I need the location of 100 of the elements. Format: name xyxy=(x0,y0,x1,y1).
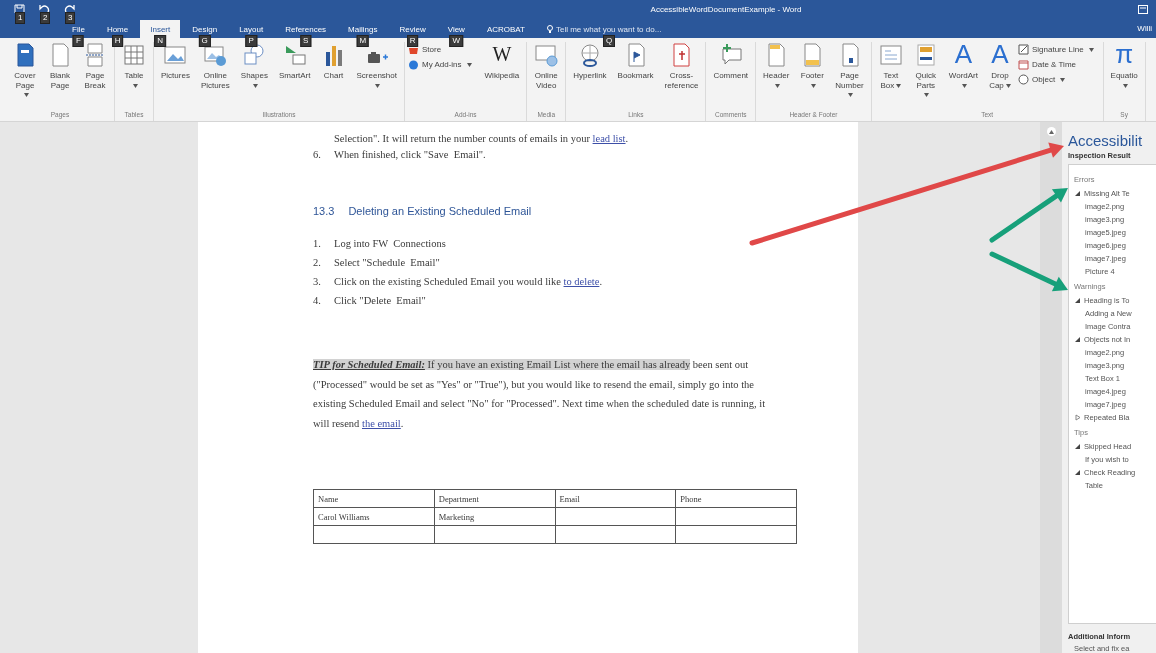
expanded-icon[interactable] xyxy=(1074,190,1081,197)
account-name[interactable]: Willi xyxy=(1137,23,1152,33)
table-header-cell: Email xyxy=(555,489,676,508)
list-number: 3. xyxy=(313,275,322,288)
table-header-cell: Name xyxy=(313,489,435,508)
link[interactable]: lead list xyxy=(592,133,626,144)
caret-icon xyxy=(774,83,780,88)
bookmark-icon xyxy=(628,43,645,67)
ribbon-tab[interactable]: ACROBAT xyxy=(476,20,535,38)
window-title: AccessibleWordDocumentExample - Word xyxy=(649,4,803,14)
ribbon-tab[interactable]: Review xyxy=(389,20,436,38)
table-icon xyxy=(124,45,144,65)
table-header-cell: Phone xyxy=(675,489,797,508)
ribbon-button[interactable]: Bookmark xyxy=(613,42,658,81)
add-in-icon xyxy=(408,60,418,70)
ribbon-button[interactable]: Online Video xyxy=(530,42,563,90)
collapse-button[interactable] xyxy=(1046,127,1056,136)
lightbulb-icon xyxy=(546,24,553,34)
ribbon-button[interactable]: Text Box xyxy=(874,42,907,90)
tell-me-field[interactable]: Tell me what you want to do... xyxy=(555,24,662,34)
ribbon-button[interactable]: My Add-ins xyxy=(407,59,478,70)
collapsed-icon[interactable] xyxy=(1074,414,1081,421)
ribbon-button[interactable]: Cross-reference xyxy=(660,42,703,90)
ribbon-button[interactable]: Footer xyxy=(796,42,829,90)
page-number-icon xyxy=(842,43,859,67)
caret-icon xyxy=(896,83,902,88)
ribbon-tab[interactable]: Mailings xyxy=(338,20,388,38)
text-box-icon xyxy=(880,45,902,65)
list-item-text: Select "Schedule Email" xyxy=(334,256,440,269)
ribbon-button[interactable]: A WordArt xyxy=(944,42,982,90)
caret-icon xyxy=(252,83,258,88)
ribbon-button[interactable]: Store xyxy=(407,44,478,55)
ribbon-tab[interactable]: References xyxy=(275,20,337,38)
list-item-text: Click "Delete Email" xyxy=(334,294,426,307)
ribbon-button[interactable]: π Equatio xyxy=(1106,42,1142,90)
expanded-icon[interactable] xyxy=(1074,469,1081,476)
cross-reference-icon xyxy=(674,43,690,67)
caret-icon xyxy=(848,93,854,97)
ribbon-button[interactable]: Date & Time xyxy=(1018,59,1100,70)
caret-icon xyxy=(23,93,29,97)
ribbon-button[interactable]: Chart xyxy=(317,42,350,81)
ribbon-button[interactable]: Cover Page xyxy=(9,42,41,100)
undo-icon[interactable] xyxy=(39,4,50,14)
list-item-text: When finished, click "Save Email". xyxy=(334,148,486,161)
diagram-icon xyxy=(285,46,306,65)
ribbon-tab[interactable]: Insert xyxy=(140,20,181,38)
signature-icon xyxy=(1018,44,1029,55)
table-cell: Carol Williams xyxy=(313,507,435,526)
header-icon xyxy=(768,43,785,67)
ribbon-tab[interactable]: Layout xyxy=(229,20,274,38)
glyph-icon: A xyxy=(954,42,973,68)
image-icon xyxy=(164,46,186,64)
key-tip: W xyxy=(449,35,464,47)
link[interactable]: the email xyxy=(362,417,401,429)
ribbon-button[interactable]: Page Number xyxy=(831,42,868,100)
ribbon-button[interactable]: W Wikipedia xyxy=(480,42,524,81)
ribbon-tab[interactable]: Home xyxy=(96,20,139,38)
pane-title: Accessibilit xyxy=(1068,132,1144,149)
footer-icon xyxy=(804,43,821,67)
ribbon-options-icon[interactable] xyxy=(1138,4,1148,14)
comment-icon xyxy=(721,43,742,65)
key-tip: M xyxy=(356,35,370,47)
ribbon-button[interactable]: Signature Line xyxy=(1018,44,1100,55)
expanded-icon[interactable] xyxy=(1074,443,1081,450)
video-icon xyxy=(535,45,558,67)
section-heading: Deleting an Existing Scheduled Email xyxy=(348,205,532,217)
ribbon-tab[interactable]: View xyxy=(437,20,475,38)
caret-icon xyxy=(132,83,138,88)
key-tip: N xyxy=(154,35,167,47)
glyph-icon: W xyxy=(492,42,512,68)
page-break-icon xyxy=(85,43,105,67)
ribbon-button[interactable]: Comment xyxy=(709,42,753,81)
ribbon-button[interactable]: Blank Page xyxy=(44,42,76,90)
caret-icon xyxy=(466,62,472,67)
save-icon[interactable] xyxy=(14,4,25,14)
redo-icon[interactable] xyxy=(64,4,75,14)
glyph-icon: π xyxy=(1115,42,1134,68)
ribbon-button[interactable]: Object xyxy=(1018,74,1100,85)
caret-icon xyxy=(924,93,930,97)
table-header-cell: Department xyxy=(434,489,555,508)
list-number: 6. xyxy=(313,148,322,161)
expanded-icon[interactable] xyxy=(1074,297,1081,304)
expanded-icon[interactable] xyxy=(1074,336,1081,343)
cover-page-icon xyxy=(17,43,34,67)
list-number: 1. xyxy=(313,237,322,250)
quick-parts-icon xyxy=(917,44,935,66)
list-item-text: Click on the existing Scheduled Email you would like to delete. xyxy=(334,275,602,288)
caret-icon xyxy=(1122,83,1128,88)
bar-chart-icon xyxy=(325,46,342,66)
ribbon-button[interactable]: A Drop Cap xyxy=(985,42,1015,90)
online-image-icon xyxy=(204,46,227,66)
caret-icon xyxy=(961,83,967,88)
page-icon xyxy=(52,43,69,67)
ribbon-button[interactable]: Quick Parts xyxy=(909,42,942,100)
object-icon xyxy=(1018,74,1029,85)
caret-icon xyxy=(1060,77,1066,82)
glyph-icon: A xyxy=(991,42,1009,68)
ribbon-button[interactable]: Header xyxy=(759,42,794,90)
list-item-text: Log into FW Connections xyxy=(334,237,446,250)
ribbon-tab[interactable]: Design xyxy=(182,20,228,38)
